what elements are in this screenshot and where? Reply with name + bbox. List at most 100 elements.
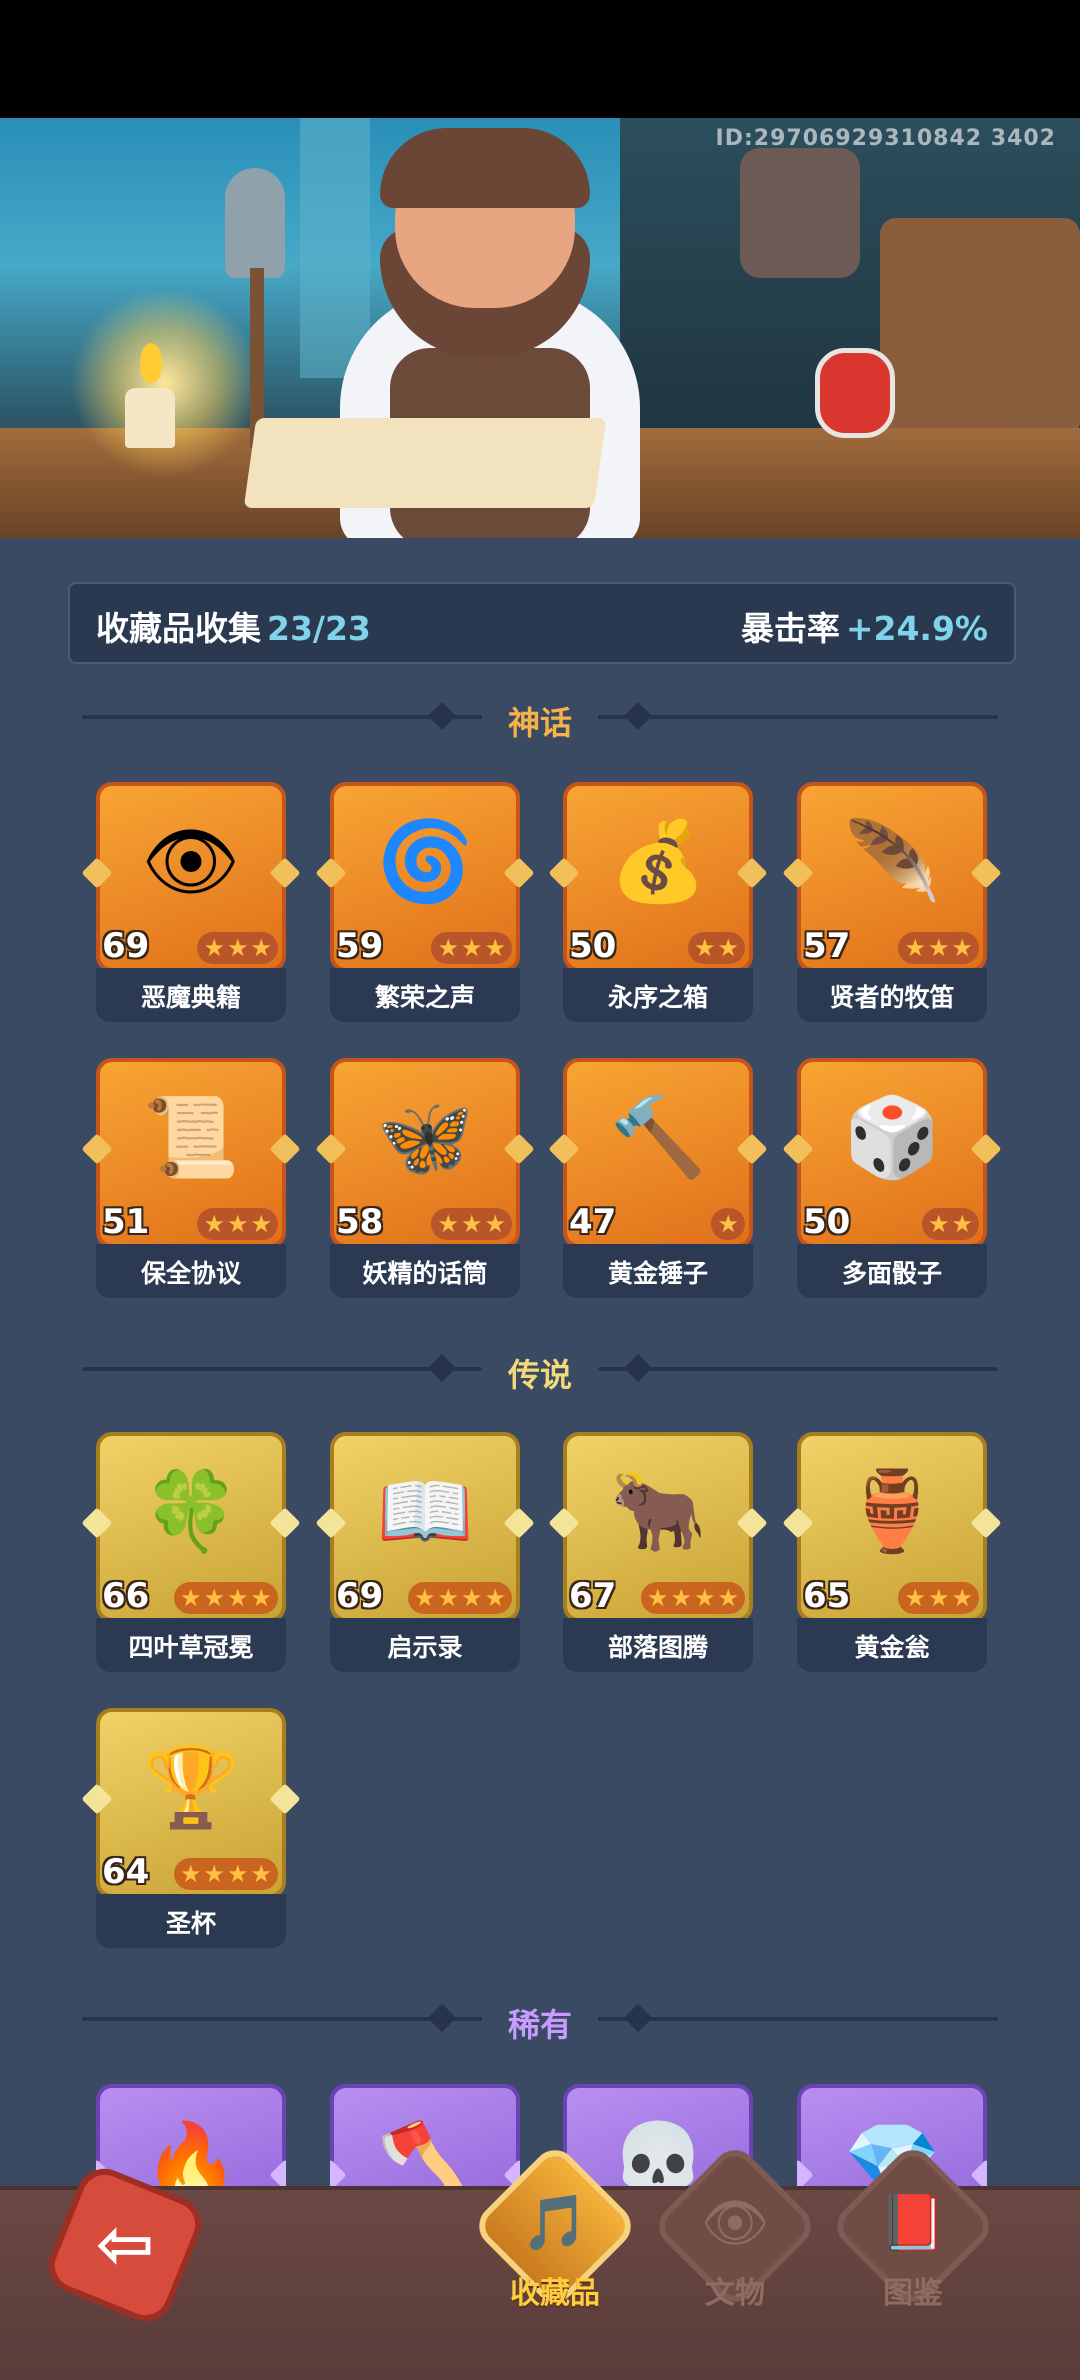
collectible-card[interactable]: 🪶 57 ★ ★ ★ 贤者的牧笛 — [782, 782, 1002, 1022]
section-divider-rare: 稀有 — [76, 1994, 1004, 2044]
item-name: 繁荣之声 — [374, 983, 475, 1012]
star-rating: ★ ★ ★ — [431, 1208, 512, 1240]
star-rating: ★ ★ ★ ★ — [173, 1582, 278, 1614]
nav-tab[interactable]: 📕 图鉴 — [828, 2141, 998, 2316]
shop-banner-illustration: ID:29706929310842 3402 — [0, 118, 1080, 538]
item-level: 66 — [102, 1576, 150, 1616]
star-icon: ★ — [693, 934, 716, 962]
star-icon: ★ — [413, 1584, 436, 1612]
open-book-icon: 📖 — [376, 1466, 474, 1557]
collection-count: 23/23 — [267, 609, 371, 648]
item-name: 永序之箱 — [607, 983, 708, 1012]
collectible-card[interactable]: 📖 69 ★ ★ ★ ★ 启示录 — [315, 1432, 535, 1672]
collectible-card[interactable]: 🏺 65 ★ ★ ★ 黄金瓮 — [782, 1432, 1002, 1672]
collection-summary: 收藏品收集 23/23 暴击率 +24.9% — [68, 582, 1016, 664]
item-level: 69 — [102, 926, 150, 966]
nav-tab-label: 图鉴 — [883, 2276, 943, 2311]
collectible-card[interactable]: 🔥 — [96, 2084, 286, 2186]
section-divider-mythic: 神话 — [76, 692, 1004, 742]
candle-icon — [125, 388, 175, 448]
star-icon: ★ — [927, 1210, 950, 1238]
star-icon: ★ — [437, 1584, 459, 1612]
star-rating: ★ ★ — [687, 932, 745, 964]
item-level: 64 — [102, 1852, 150, 1892]
gold-chest-icon: 💰 — [609, 816, 707, 907]
item-level: 59 — [336, 926, 384, 966]
item-name-box: 贤者的牧笛 — [797, 968, 987, 1022]
candle-glow — [70, 288, 260, 478]
back-button[interactable]: ⇦ — [40, 2160, 210, 2330]
star-rating: ★ ★ ★ — [898, 1582, 979, 1614]
item-name: 保全协议 — [140, 1259, 241, 1288]
star-icon: ★ — [904, 934, 926, 962]
dice-icon: 🎲 — [843, 1092, 941, 1183]
star-icon: ★ — [203, 1210, 225, 1238]
nav-tab[interactable]: 👁 文物 — [650, 2141, 820, 2316]
eye-icon: 👁 — [700, 2191, 770, 2254]
star-icon: ★ — [693, 1584, 716, 1612]
blue-spirit-icon: 🌀 — [376, 816, 474, 907]
item-name: 妖精的话筒 — [362, 1259, 488, 1288]
collectible-card[interactable]: 💰 50 ★ ★ 永序之箱 — [548, 782, 768, 1022]
nav-tab-label: 文物 — [705, 2276, 765, 2311]
collectible-card[interactable]: 🦋 58 ★ ★ ★ 妖精的话筒 — [315, 1058, 535, 1298]
star-icon: ★ — [951, 1210, 973, 1238]
item-name-box: 多面骰子 — [797, 1244, 987, 1298]
star-icon: ★ — [226, 1584, 249, 1612]
collectible-card[interactable]: 🎲 50 ★ ★ 多面骰子 — [782, 1058, 1002, 1298]
item-name-box: 圣杯 — [96, 1894, 286, 1948]
star-icon: ★ — [484, 1210, 506, 1238]
section-divider-legend: 传说 — [76, 1344, 1004, 1394]
section-title-rare: 稀有 — [507, 2006, 572, 2044]
item-name-box: 繁荣之声 — [330, 968, 520, 1022]
banner-pillar — [300, 118, 370, 378]
star-rating: ★ ★ ★ — [197, 1208, 278, 1240]
collectible-card[interactable]: 🐂 67 ★ ★ ★ ★ 部落图腾 — [548, 1432, 768, 1672]
flame-icon — [140, 343, 162, 383]
status-bar — [0, 0, 1080, 118]
item-level: 58 — [336, 1202, 384, 1242]
collectible-card[interactable]: 🏆 64 ★ ★ ★ ★ 圣杯 — [81, 1708, 301, 1948]
fire-feather-icon: 🔥 — [142, 2118, 240, 2187]
star-icon: ★ — [717, 934, 739, 962]
star-icon: ★ — [717, 1584, 739, 1612]
star-icon: ★ — [646, 1584, 669, 1612]
star-icon: ★ — [226, 934, 249, 962]
star-icon: ★ — [226, 1860, 249, 1888]
item-name: 贤者的牧笛 — [829, 983, 955, 1012]
collection-label: 收藏品收集 — [96, 609, 261, 648]
collectible-card[interactable]: 📜 51 ★ ★ ★ 保全协议 — [81, 1058, 301, 1298]
item-name: 黄金瓮 — [854, 1633, 930, 1662]
star-icon: ★ — [927, 934, 950, 962]
golden-urn-icon: 🏺 — [843, 1466, 941, 1557]
item-name-box: 永序之箱 — [563, 968, 753, 1022]
star-rating: ★ ★ ★ ★ — [173, 1858, 278, 1890]
item-level: 50 — [803, 1202, 851, 1242]
bonus-label: 暴击率 — [740, 609, 840, 648]
star-icon: ★ — [203, 934, 225, 962]
potion-icon — [815, 348, 895, 438]
star-icon: ★ — [460, 1210, 483, 1238]
item-name-box: 保全协议 — [96, 1244, 286, 1298]
star-icon: ★ — [951, 934, 973, 962]
item-name-box: 部落图腾 — [563, 1618, 753, 1672]
player-id: ID:29706929310842 3402 — [715, 126, 1056, 151]
star-icon: ★ — [460, 934, 483, 962]
star-icon: ★ — [226, 1210, 249, 1238]
star-icon: ★ — [179, 1584, 202, 1612]
axe-icon: 🪓 — [376, 2118, 474, 2187]
nav-tab[interactable]: 🎵 收藏品 — [470, 2141, 640, 2316]
hammer-icon: 🔨 — [609, 1092, 707, 1183]
star-rating: ★ — [711, 1208, 745, 1240]
collectible-card[interactable]: 🍀 66 ★ ★ ★ ★ 四叶草冠冕 — [81, 1432, 301, 1672]
holy-grail-icon: 🏆 — [142, 1742, 240, 1833]
collectible-card[interactable]: 🔨 47 ★ 黄金锤子 — [548, 1058, 768, 1298]
shovel-icon — [225, 168, 285, 278]
item-level: 67 — [569, 1576, 617, 1616]
collectible-card[interactable]: 👁 69 ★ ★ ★ 恶魔典籍 — [81, 782, 301, 1022]
star-rating: ★ ★ ★ ★ — [407, 1582, 512, 1614]
item-name: 多面骰子 — [841, 1259, 942, 1288]
star-icon: ★ — [250, 934, 272, 962]
item-level: 51 — [102, 1202, 150, 1242]
collectible-card[interactable]: 🌀 59 ★ ★ ★ 繁荣之声 — [315, 782, 535, 1022]
